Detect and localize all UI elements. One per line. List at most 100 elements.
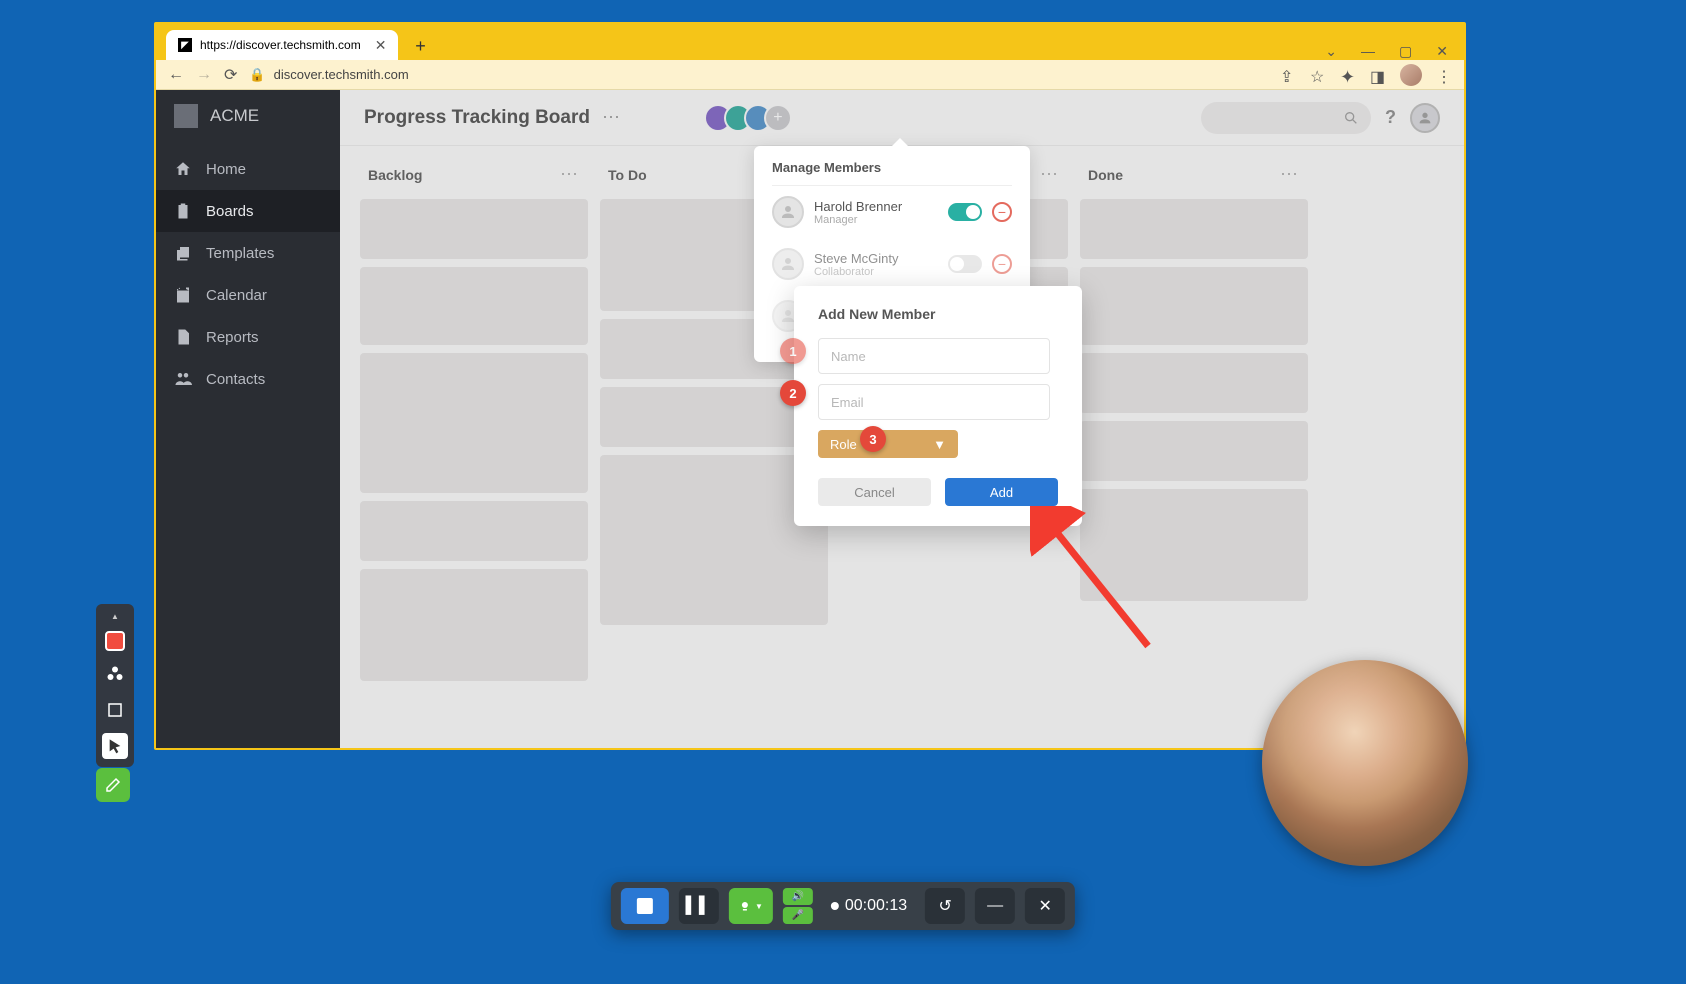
extensions-icon[interactable]: ✦	[1340, 67, 1356, 83]
tab-favicon: ◤	[178, 38, 192, 52]
remove-member-button[interactable]: −	[992, 254, 1012, 274]
browser-window: ◤ https://discover.techsmith.com ✕ + ⌄ —…	[154, 22, 1466, 750]
member-role: Manager	[814, 214, 938, 226]
system-audio-toggle[interactable]: 🔊	[783, 888, 813, 905]
webcam-overlay[interactable]	[1262, 660, 1468, 866]
lock-icon: 🔒	[249, 67, 265, 83]
member-name: Steve McGinty	[814, 251, 938, 266]
mic-icon: 🎤	[792, 910, 804, 921]
maximize-icon[interactable]: ▢	[1399, 43, 1412, 60]
member-role: Collaborator	[814, 266, 938, 278]
step-badge-2: 2	[780, 380, 806, 406]
forward-icon[interactable]: →	[196, 66, 212, 84]
pause-recording-button[interactable]: ▌▌	[679, 888, 719, 924]
name-input[interactable]	[818, 338, 1050, 374]
browser-menu-icon[interactable]: ⋮	[1436, 67, 1452, 83]
sidebar-label: Home	[206, 161, 246, 178]
recording-indicator-icon	[831, 902, 839, 910]
sidebar-label: Calendar	[206, 287, 267, 304]
sidebar: ACME Home Boards Templates Calendar Repo…	[156, 90, 340, 748]
sidebar-label: Templates	[206, 245, 274, 262]
circles-icon	[106, 665, 124, 683]
close-recorder-button[interactable]: ✕	[1025, 888, 1065, 924]
stop-recording-button[interactable]	[621, 888, 669, 924]
recorder-toolbar: ▌▌ ▼ 🔊 🎤 00:00:13 ↺ — ✕	[611, 882, 1075, 930]
reload-icon[interactable]: ⟳	[224, 65, 237, 85]
sidebar-item-contacts[interactable]: Contacts	[156, 358, 340, 400]
outline-tool[interactable]	[102, 697, 128, 723]
share-icon[interactable]: ⇪	[1280, 67, 1296, 83]
remove-member-button[interactable]: −	[992, 202, 1012, 222]
pencil-icon	[104, 776, 122, 794]
bookmark-icon[interactable]: ☆	[1310, 67, 1326, 83]
new-tab-button[interactable]: +	[406, 32, 434, 60]
copy-icon	[174, 244, 192, 262]
sidebar-label: Contacts	[206, 371, 265, 388]
sidepanel-icon[interactable]: ◨	[1370, 67, 1386, 83]
email-input[interactable]	[818, 384, 1050, 420]
restart-recording-button[interactable]: ↺	[925, 888, 965, 924]
address-bar[interactable]: 🔒 discover.techsmith.com	[249, 67, 1268, 83]
pause-icon: ▌▌	[686, 897, 713, 915]
clipboard-icon	[174, 202, 192, 220]
member-avatar	[772, 196, 804, 228]
member-avatar	[772, 248, 804, 280]
back-icon[interactable]: ←	[168, 66, 184, 84]
sidebar-item-home[interactable]: Home	[156, 148, 340, 190]
sidebar-item-calendar[interactable]: Calendar	[156, 274, 340, 316]
browser-toolbar: ← → ⟳ 🔒 discover.techsmith.com ⇪ ☆ ✦ ◨ ⋮	[156, 60, 1464, 90]
member-active-toggle[interactable]	[948, 255, 982, 273]
restart-icon: ↺	[938, 896, 951, 916]
edit-annotation-button[interactable]	[96, 768, 130, 802]
calendar-icon	[174, 286, 192, 304]
member-active-toggle[interactable]	[948, 203, 982, 221]
brand-name: ACME	[210, 106, 259, 126]
member-row: Steve McGinty Collaborator −	[772, 238, 1012, 290]
step-badge-3: 3	[860, 426, 886, 452]
tab-close-icon[interactable]: ✕	[375, 37, 387, 54]
tab-title: https://discover.techsmith.com	[200, 38, 361, 52]
member-row: Harold Brenner Manager −	[772, 186, 1012, 238]
close-icon: ✕	[1038, 896, 1051, 916]
profile-avatar[interactable]	[1400, 64, 1422, 86]
close-window-icon[interactable]: ✕	[1436, 43, 1448, 60]
microphone-toggle[interactable]: 🎤	[783, 907, 813, 924]
stamp-tool[interactable]	[102, 661, 128, 687]
minimize-icon[interactable]: —	[1361, 43, 1375, 60]
sidebar-label: Boards	[206, 203, 254, 220]
sidebar-brand[interactable]: ACME	[156, 104, 340, 148]
cursor-tool[interactable]	[102, 733, 128, 759]
brand-logo	[174, 104, 198, 128]
window-controls: ⌄ — ▢ ✕	[1325, 43, 1454, 60]
webcam-icon	[739, 897, 751, 915]
browser-tab[interactable]: ◤ https://discover.techsmith.com ✕	[166, 30, 398, 60]
chevron-down-icon: ▼	[755, 902, 763, 911]
document-icon	[174, 328, 192, 346]
annotation-tool-palette[interactable]	[96, 604, 134, 767]
role-select[interactable]: Role ▼	[818, 430, 958, 458]
home-icon	[174, 160, 192, 178]
arrow-annotation	[1030, 506, 1160, 656]
caret-down-icon[interactable]: ⌄	[1325, 43, 1337, 60]
stop-icon	[637, 898, 653, 914]
step-badge-1: 1	[780, 338, 806, 364]
elapsed-time: 00:00:13	[823, 897, 915, 915]
browser-titlebar: ◤ https://discover.techsmith.com ✕ + ⌄ —…	[156, 24, 1464, 60]
sidebar-item-reports[interactable]: Reports	[156, 316, 340, 358]
minimize-icon: —	[987, 897, 1003, 915]
minimize-recorder-button[interactable]: —	[975, 888, 1015, 924]
chevron-down-icon: ▼	[933, 437, 946, 452]
sidebar-label: Reports	[206, 329, 259, 346]
cancel-button[interactable]: Cancel	[818, 478, 931, 506]
cursor-icon	[107, 738, 123, 754]
webcam-toggle-button[interactable]: ▼	[729, 888, 773, 924]
shape-tool[interactable]	[105, 631, 125, 651]
manage-members-title: Manage Members	[772, 160, 1012, 186]
sidebar-item-templates[interactable]: Templates	[156, 232, 340, 274]
add-member-dialog: Add New Member Role ▼ Cancel Add	[794, 286, 1082, 526]
add-button[interactable]: Add	[945, 478, 1058, 506]
url-text: discover.techsmith.com	[274, 67, 409, 82]
role-select-label: Role	[830, 437, 857, 452]
square-icon	[106, 701, 124, 719]
sidebar-item-boards[interactable]: Boards	[156, 190, 340, 232]
